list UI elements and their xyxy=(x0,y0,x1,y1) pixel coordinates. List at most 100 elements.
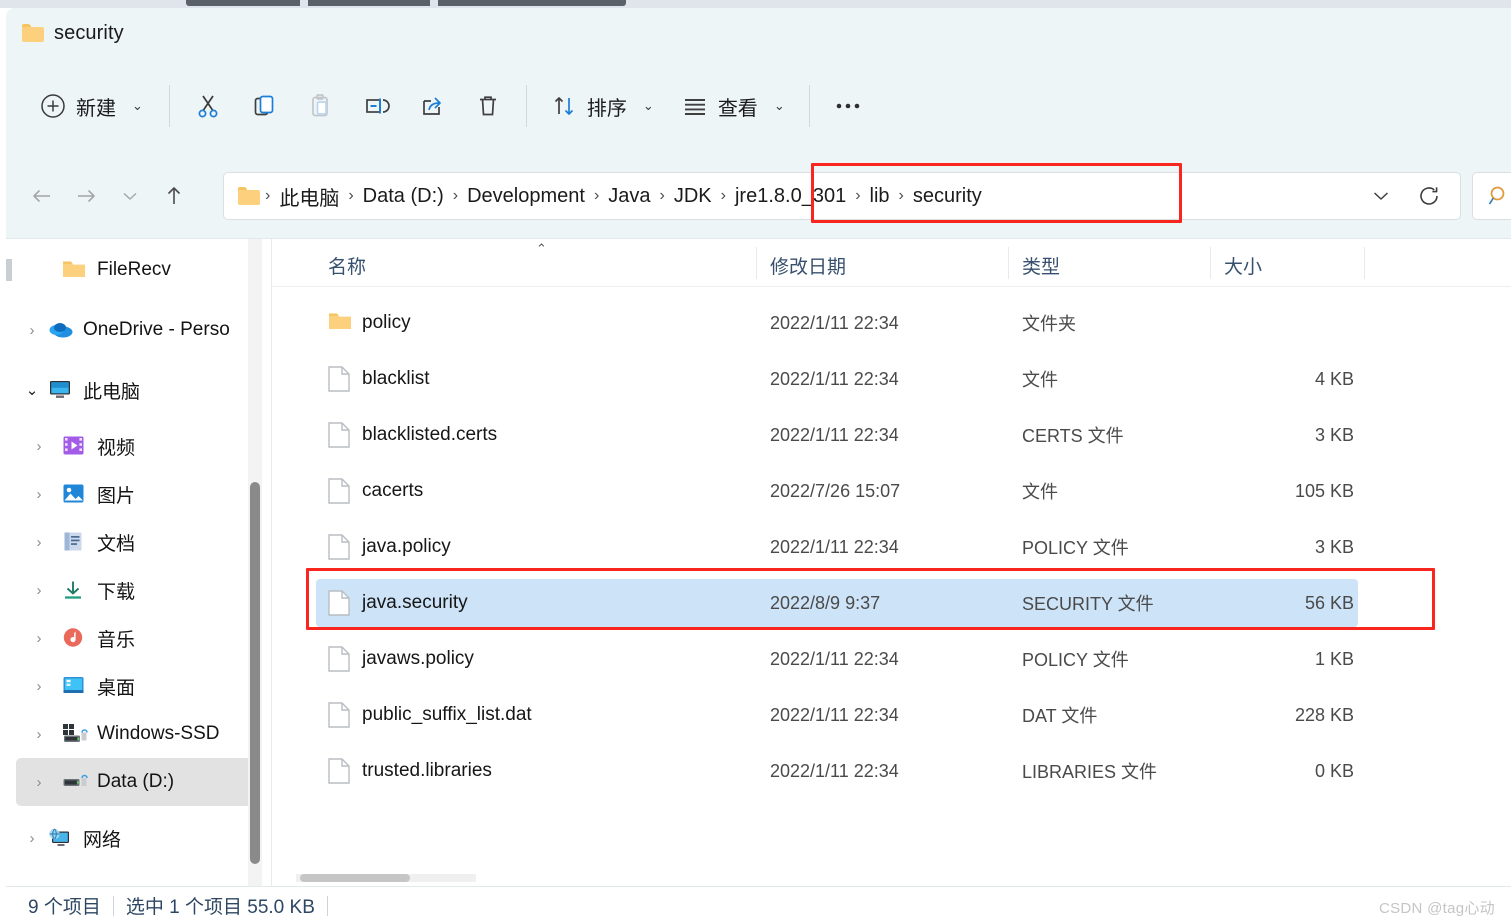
search-box[interactable] xyxy=(1472,172,1511,220)
documents-icon xyxy=(62,531,88,553)
table-row[interactable]: cacerts 2022/7/26 15:07 文件 105 KB xyxy=(272,467,1511,515)
sidebar-item-3[interactable]: ⌄ 此电脑 xyxy=(16,366,260,414)
table-row[interactable]: public_suffix_list.dat 2022/1/11 22:34 DAT… xyxy=(272,691,1511,739)
sidebar-item-label: Windows-SSD xyxy=(97,723,220,744)
share-button[interactable] xyxy=(404,78,460,134)
up-button[interactable] xyxy=(152,174,196,218)
chevron-right-icon[interactable]: › xyxy=(16,487,62,502)
column-header-size[interactable]: 大小 xyxy=(1224,252,1262,279)
file-list-pane: ⌃ 名称 修改日期 类型 大小 policy 2022/1/11 22:34 文件夹… xyxy=(272,239,1511,887)
chevron-down-icon[interactable]: ⌄ xyxy=(16,383,48,398)
rename-button[interactable] xyxy=(348,78,404,134)
chevron-right-icon[interactable]: › xyxy=(16,583,62,598)
cell-date-modified: 2022/1/11 22:34 xyxy=(770,368,899,389)
table-row[interactable]: policy 2022/1/11 22:34 文件夹 xyxy=(272,299,1511,347)
copy-button[interactable] xyxy=(236,78,292,134)
paste-button[interactable] xyxy=(292,78,348,134)
sidebar-item-4[interactable]: › 视频 xyxy=(16,422,260,470)
tab-gap xyxy=(300,0,308,6)
chevron-right-icon[interactable]: › xyxy=(16,535,62,550)
column-header-name[interactable]: 名称 xyxy=(328,252,366,279)
sidebar-item-11[interactable]: › Data (D:) xyxy=(16,758,260,806)
table-row[interactable]: blacklisted.certs 2022/1/11 22:34 CERTS 文件… xyxy=(272,411,1511,459)
chevron-right-icon[interactable]: › xyxy=(16,439,62,454)
sidebar-item-10[interactable]: › Windows-SSD xyxy=(16,710,260,758)
trash-icon xyxy=(474,92,502,120)
table-row[interactable]: blacklist 2022/1/11 22:34 文件 4 KB xyxy=(272,355,1511,403)
chevron-right-icon[interactable]: › xyxy=(16,631,62,646)
delete-button[interactable] xyxy=(460,78,516,134)
breadcrumb-item-development[interactable]: Development xyxy=(461,182,591,211)
cell-type: POLICY 文件 xyxy=(1022,650,1129,670)
table-row[interactable]: trusted.libraries 2022/1/11 22:34 LIBRARIE… xyxy=(272,747,1511,795)
recent-locations-button[interactable] xyxy=(108,174,152,218)
breadcrumb-separator: › xyxy=(265,187,271,204)
command-bar: 新建 ⌄ 排序 ⌄ 查看 ⌄ xyxy=(6,58,1511,154)
sidebar-item-7[interactable]: › 下载 xyxy=(16,566,260,614)
tab-strip xyxy=(0,0,1511,8)
column-headers: ⌃ 名称 修改日期 类型 大小 xyxy=(272,239,1511,287)
sidebar-item-8[interactable]: › 音乐 xyxy=(16,614,260,662)
videos-icon xyxy=(62,435,88,457)
sidebar-item-label: FileRecv xyxy=(97,259,171,280)
list-lines-icon xyxy=(682,93,708,119)
breadcrumb-item-lib[interactable]: lib xyxy=(864,182,896,211)
more-options-button[interactable] xyxy=(820,78,876,134)
sidebar-item-6[interactable]: › 文档 xyxy=(16,518,260,566)
view-button[interactable]: 查看 ⌄ xyxy=(668,78,799,134)
chevron-right-icon[interactable]: › xyxy=(16,775,62,790)
document-icon xyxy=(328,534,352,560)
chevron-down-icon: ⌄ xyxy=(132,98,143,113)
sidebar-item-12[interactable]: › 网络 xyxy=(16,814,260,862)
document-icon xyxy=(328,422,352,448)
chevron-right-icon[interactable]: › xyxy=(16,831,48,846)
address-dropdown-button[interactable] xyxy=(1360,176,1402,216)
sidebar-scrollbar-thumb[interactable] xyxy=(250,482,260,864)
breadcrumb-item-jdk[interactable]: JDK xyxy=(668,182,718,211)
network-icon xyxy=(48,827,74,849)
table-row[interactable]: java.security 2022/8/9 9:37 SECURITY 文件 56 … xyxy=(272,579,1511,627)
cell-type: 文件夹 xyxy=(1022,314,1076,334)
cell-size: 0 KB xyxy=(1314,760,1354,781)
browser-tab[interactable] xyxy=(186,0,626,6)
status-item-count: 9 个项目 xyxy=(28,897,101,918)
share-icon xyxy=(418,92,446,120)
column-header-date[interactable]: 修改日期 xyxy=(770,252,846,279)
new-button[interactable]: 新建 ⌄ xyxy=(26,78,159,134)
breadcrumb-item-java[interactable]: Java xyxy=(602,182,656,211)
cell-size: 1 KB xyxy=(1314,648,1354,669)
breadcrumb-separator: › xyxy=(720,187,726,204)
address-bar[interactable]: › 此电脑 › Data (D:) › Development › Java ›… xyxy=(223,172,1461,220)
chevron-right-icon[interactable]: › xyxy=(16,679,62,694)
breadcrumb-item-security[interactable]: security xyxy=(907,182,988,211)
breadcrumb-separator: › xyxy=(593,187,600,204)
breadcrumb-item-data-d[interactable]: Data (D:) xyxy=(357,182,450,211)
forward-button[interactable] xyxy=(64,174,108,218)
cell-name: blacklisted.certs xyxy=(362,424,498,445)
table-row[interactable]: javaws.policy 2022/1/11 22:34 POLICY 文件 1 K… xyxy=(272,635,1511,683)
column-header-type[interactable]: 类型 xyxy=(1022,252,1060,279)
folder-icon xyxy=(62,259,88,281)
back-button[interactable] xyxy=(20,174,64,218)
sidebar-item-9[interactable]: › 桌面 xyxy=(16,662,260,710)
sort-arrows-icon xyxy=(551,93,577,119)
breadcrumb-item-jre[interactable]: jre1.8.0_301 xyxy=(729,182,852,211)
sort-button-label: 排序 xyxy=(586,97,627,120)
sidebar-item-2[interactable]: › OneDrive - Perso xyxy=(16,306,260,354)
sidebar-item-1[interactable]: FileRecv xyxy=(16,246,260,294)
chevron-right-icon[interactable]: › xyxy=(16,323,48,338)
sidebar-item-5[interactable]: › 图片 xyxy=(16,470,260,518)
search-icon xyxy=(1487,184,1511,208)
cell-date-modified: 2022/7/26 15:07 xyxy=(770,480,901,501)
horizontal-scrollbar-thumb[interactable] xyxy=(300,874,410,882)
chevron-right-icon[interactable]: › xyxy=(16,727,62,742)
cut-button[interactable] xyxy=(180,78,236,134)
table-row[interactable]: java.policy 2022/1/11 22:34 POLICY 文件 3 KB xyxy=(272,523,1511,571)
breadcrumb-separator: › xyxy=(348,187,354,204)
cell-date-modified: 2022/1/11 22:34 xyxy=(770,704,899,725)
plus-circle-icon xyxy=(40,93,66,119)
breadcrumb-item-this-pc[interactable]: 此电脑 xyxy=(273,179,345,214)
refresh-button[interactable] xyxy=(1408,176,1450,216)
sort-button[interactable]: 排序 ⌄ xyxy=(537,78,668,134)
breadcrumb-separator: › xyxy=(452,187,459,204)
